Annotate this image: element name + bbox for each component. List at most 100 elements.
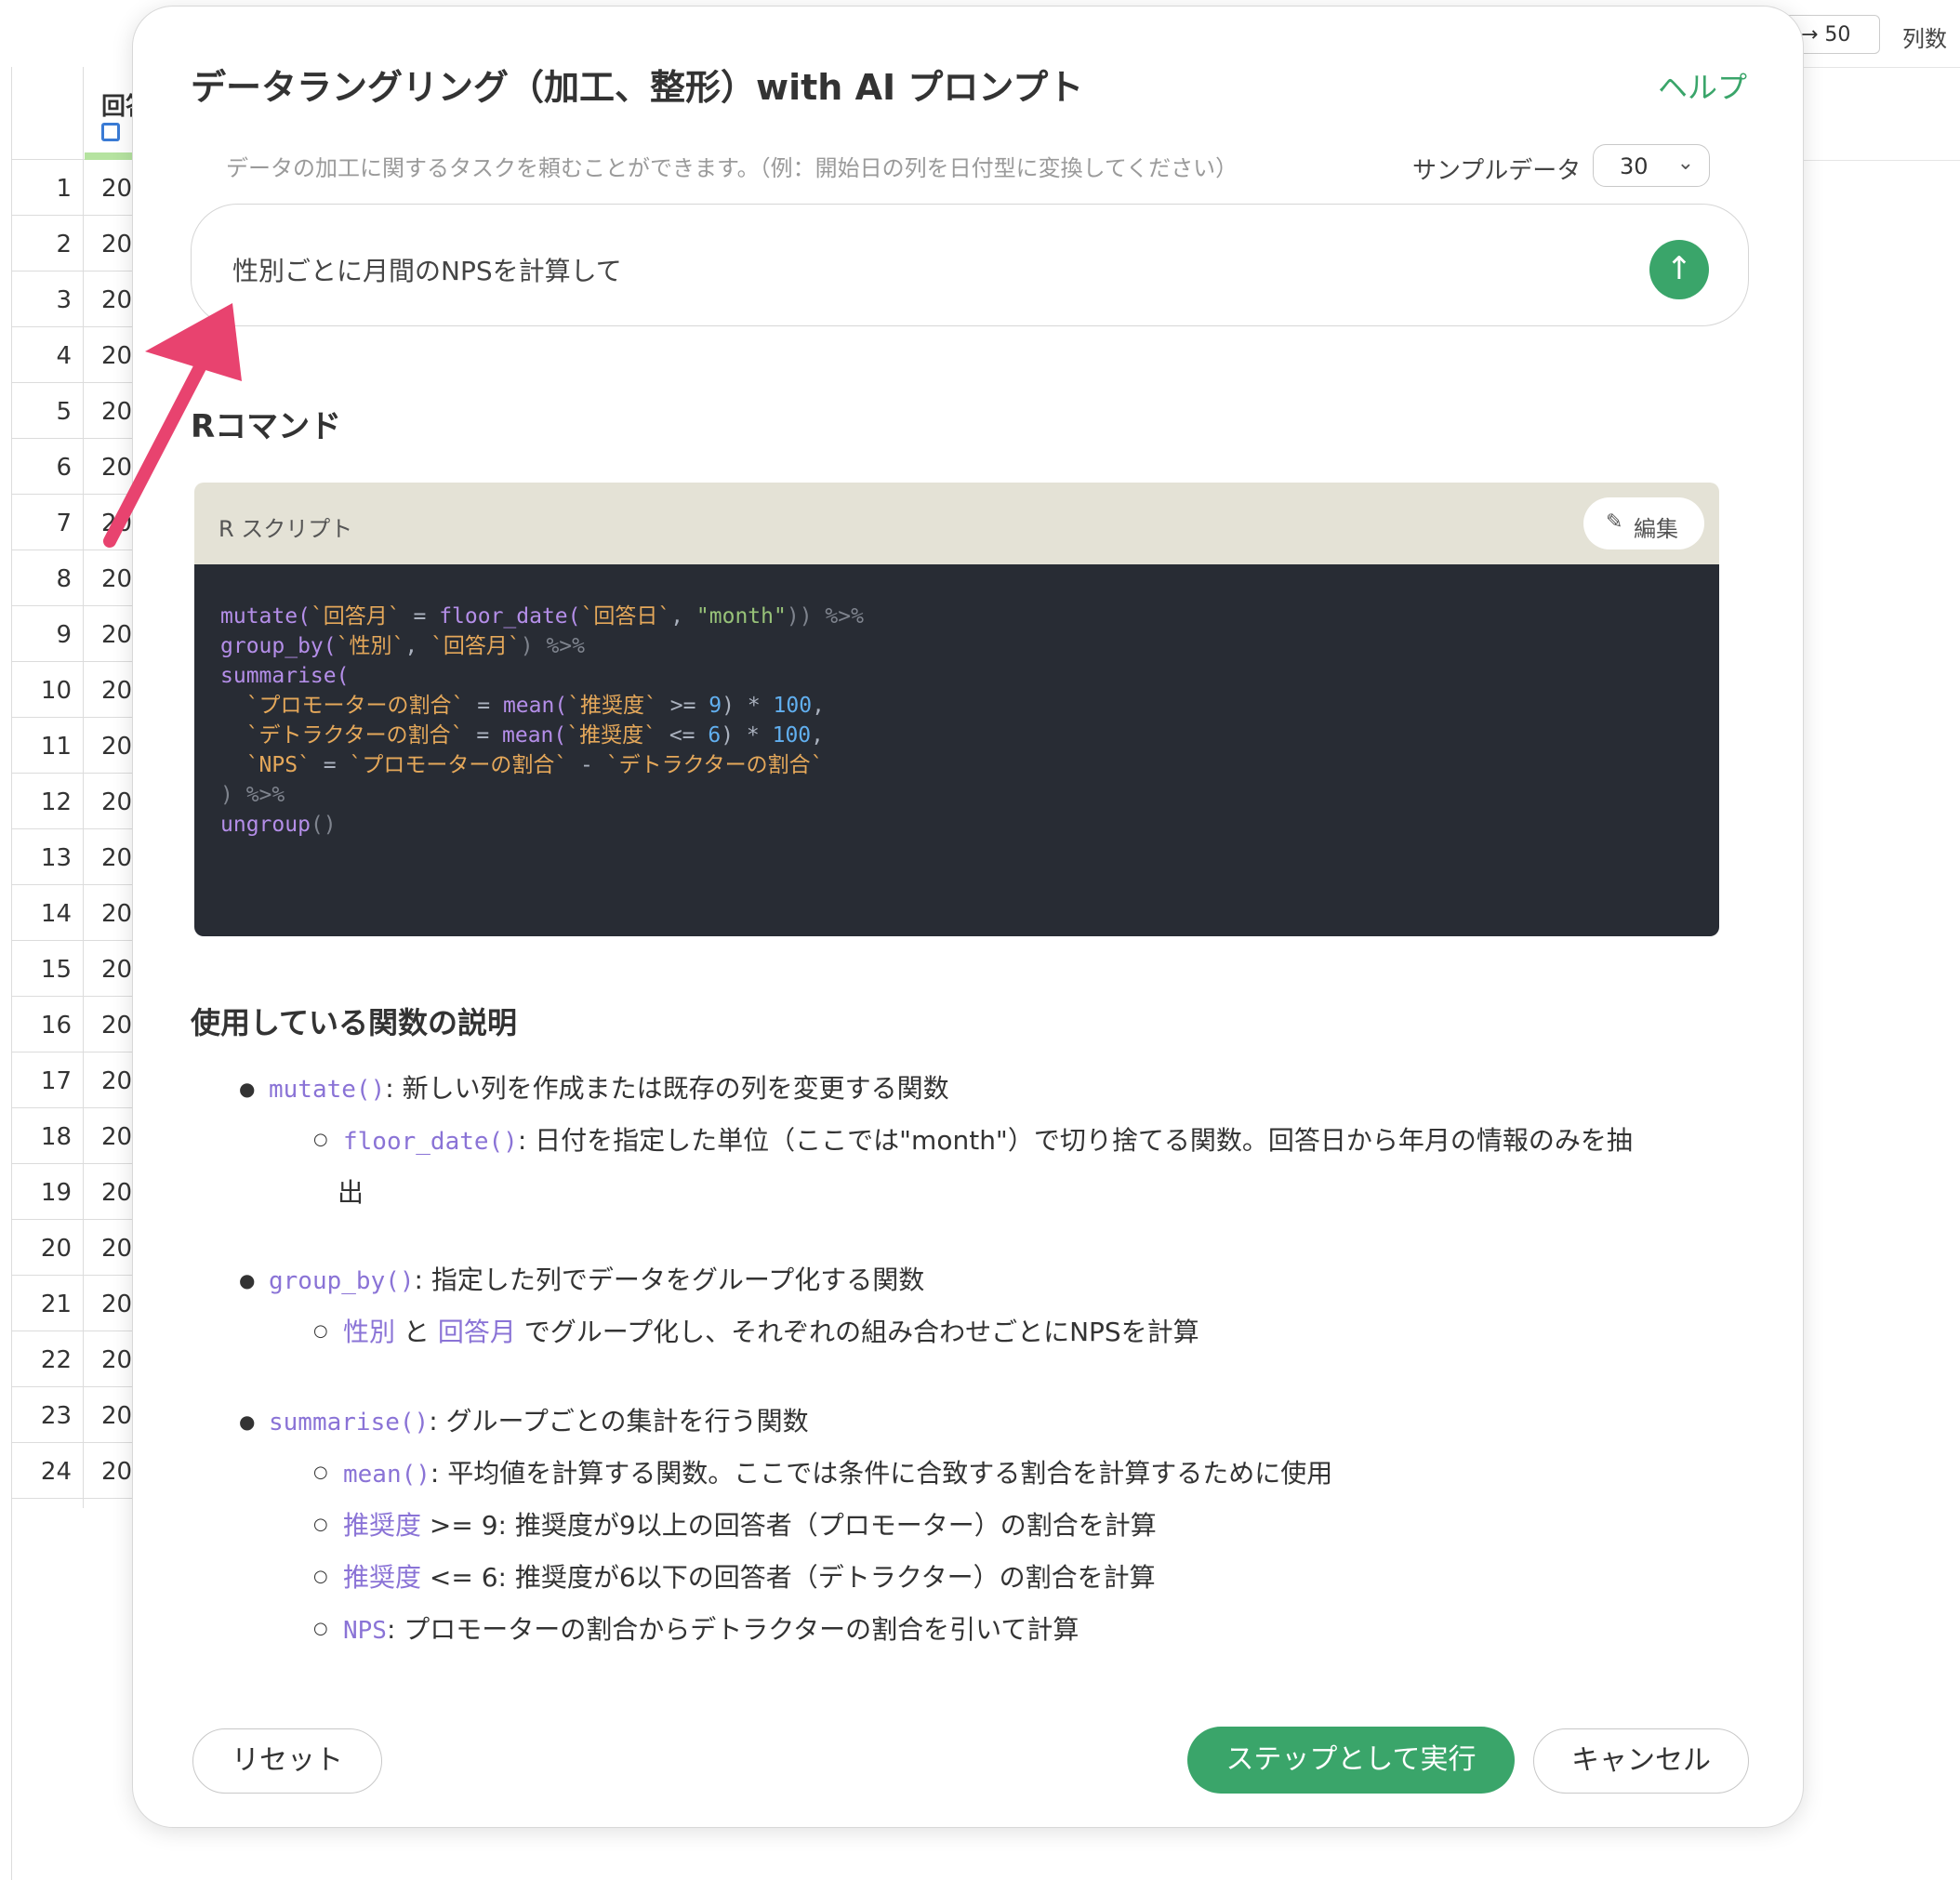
list-item: 推奨度 >= 9: 推奨度が9以上の回答者（プロモーター）の割合を計算 [343,1510,1157,1541]
cell-value: 20 [101,454,133,482]
row-number: 17 [40,1067,72,1095]
function-name: mean() [343,1461,430,1489]
reset-button[interactable]: リセット [192,1728,382,1794]
sample-data-select[interactable]: 30 ⌄ [1593,144,1710,187]
bullet-dot: ● [239,1078,256,1100]
function-description-title: 使用している関数の説明 [191,1005,518,1040]
cell-value: 20 [101,788,133,816]
bullet-circle: ○ [313,1567,328,1586]
function-description: : グループごとの集計を行う関数 [429,1406,809,1436]
bullet-dot: ● [239,1410,256,1433]
code-header: R スクリプト ✎ 編集 [194,483,1719,564]
ai-prompt-dialog: データラングリング（加工、整形）with AI プロンプト ヘルプ データの加工… [132,6,1804,1828]
bullet-dot: ● [239,1269,256,1291]
list-item: NPS: プロモーターの割合からデトラクターの割合を引いて計算 [343,1614,1079,1645]
edit-icon: ✎ [1606,510,1623,534]
row-number: 4 [56,342,72,370]
calendar-icon [101,123,120,141]
row-number: 19 [40,1179,72,1207]
help-link[interactable]: ヘルプ [1658,64,1747,107]
row-number: 13 [40,844,72,872]
function-name: summarise() [269,1409,430,1436]
prompt-text: 性別ごとに月間のNPSを計算して [232,256,622,286]
cell-value: 20 [101,621,133,649]
edit-button[interactable]: ✎ 編集 [1583,497,1704,549]
cell-value: 20 [101,1012,133,1039]
bullet-circle: ○ [313,1321,328,1341]
cell-value: 20 [101,565,133,593]
function-description: : 新しい列を作成または既存の列を変更する関数 [385,1073,949,1104]
divider [1804,160,1960,161]
row-number: 15 [40,956,72,984]
function-description: : 指定した列でデータをグループ化する関数 [414,1264,925,1295]
row-number: 23 [40,1402,72,1430]
divider [1804,67,1960,68]
code-body: mutate(`回答月` = floor_date(`回答日`, "month"… [194,564,1719,936]
cell-value: 20 [101,510,133,537]
result-scroll-area[interactable]: Rコマンド R スクリプト ✎ 編集 mutate(`回答月` = floor_… [191,378,1771,1680]
row-number: 14 [40,900,72,928]
row-number: 11 [40,733,72,761]
row-number: 18 [40,1123,72,1151]
cell-value: 20 [101,1291,133,1318]
function-name: group_by() [269,1267,415,1295]
run-as-step-button[interactable]: ステップとして実行 [1187,1727,1515,1794]
list-item: 推奨度 <= 6: 推奨度が6以下の回答者（デトラクター）の割合を計算 [343,1562,1156,1593]
list-item: group_by(): 指定した列でデータをグループ化する関数 [269,1260,924,1297]
arrow-up-icon: ↑ [1665,250,1693,287]
cell-value: 20 [101,1235,133,1263]
list-item: mean(): 平均値を計算する関数。ここでは条件に合致する割合を計算するために… [343,1453,1332,1490]
cell-value: 20 [101,1346,133,1374]
row-number: 5 [56,398,72,426]
cell-value: 20 [101,1458,133,1486]
row-number: 16 [40,1012,72,1039]
dialog-title: データラングリング（加工、整形）with AI プロンプト [191,67,1084,108]
cell-value: 20 [101,175,133,203]
sample-data-value: 30 [1620,153,1649,179]
cancel-button[interactable]: キャンセル [1533,1728,1749,1794]
edit-label: 編集 [1634,516,1678,542]
bullet-circle: ○ [313,1515,328,1534]
chevron-down-icon: ⌄ [1676,152,1694,175]
row-number: 24 [40,1458,72,1486]
list-item: 性別 と 回答月 でグループ化し、それぞれの組み合わせごとにNPSを計算 [343,1317,1199,1347]
r-command-title: Rコマンド [191,408,342,445]
send-button[interactable]: ↑ [1649,240,1709,299]
cell-value: 20 [101,231,133,258]
cell-value: 20 [101,900,133,928]
cell-value: 20 [101,844,133,872]
column-count-label: 列数 [1902,26,1947,52]
sample-data-label: サンプルデータ [1412,157,1582,185]
row-number: 1 [56,175,72,203]
row-number: 21 [40,1291,72,1318]
row-number: 9 [56,621,72,649]
row-number: 6 [56,454,72,482]
function-description: : 日付を指定した単位（ここでは"month"）で切り捨てる関数。回答日から年月… [517,1125,1633,1156]
bullet-circle: ○ [313,1130,328,1149]
list-item: floor_date(): 日付を指定した単位（ここでは"month"）で切り捨… [343,1120,1633,1158]
cell-value: 20 [101,398,133,426]
list-item-continuation: 出 [338,1177,364,1208]
cell-value: 20 [101,1123,133,1151]
code-header-label: R スクリプト [219,516,353,542]
cell-value: 20 [101,286,133,314]
row-number: 20 [40,1235,72,1263]
bullet-circle: ○ [313,1619,328,1638]
bullet-circle: ○ [313,1463,328,1482]
cell-value: 20 [101,956,133,984]
cell-value: 20 [101,1179,133,1207]
list-item: mutate(): 新しい列を作成または既存の列を変更する関数 [269,1068,949,1105]
function-name: floor_date() [343,1128,518,1156]
row-number: 12 [40,788,72,816]
prompt-input[interactable]: 性別ごとに月間のNPSを計算して ↑ [191,204,1749,326]
row-number: 8 [56,565,72,593]
row-number: 7 [56,510,72,537]
cell-value: 20 [101,677,133,705]
function-name: mutate() [269,1076,386,1104]
r-script: mutate(`回答月` = floor_date(`回答日`, "month"… [220,604,864,837]
code-block: R スクリプト ✎ 編集 mutate(`回答月` = floor_date(`… [194,483,1719,936]
row-number: 10 [40,677,72,705]
list-item: summarise(): グループごとの集計を行う関数 [269,1401,809,1438]
prompt-hint: データの加工に関するタスクを頼むことができます。（例：開始日の列を日付型に変換し… [226,155,1238,181]
function-description: : 平均値を計算する関数。ここでは条件に合致する割合を計算するために使用 [430,1458,1333,1489]
